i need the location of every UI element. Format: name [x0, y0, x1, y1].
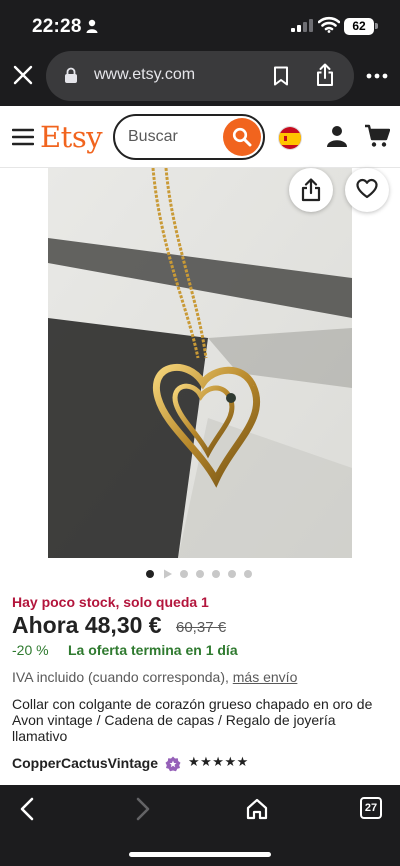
current-price: Ahora 48,30 € — [12, 612, 162, 638]
browser-bottom-toolbar: 27 — [0, 785, 400, 866]
vat-text: IVA incluido (cuando corresponda), — [12, 669, 229, 685]
status-bar: 22:28 62 — [0, 0, 400, 50]
shop-name-link[interactable]: CopperCactusVintage — [12, 755, 158, 771]
account-icon[interactable] — [326, 125, 348, 147]
low-stock-notice: Hay poco stock, solo queda 1 — [12, 594, 209, 610]
address-bar[interactable]: www.etsy.com — [46, 51, 354, 101]
back-icon[interactable] — [18, 797, 38, 821]
more-options-icon[interactable] — [366, 68, 388, 84]
product-content: Hay poco stock, solo queda 1 Ahora 48,30… — [0, 168, 400, 785]
product-title: Collar con colgante de corazón grueso ch… — [12, 696, 373, 744]
status-time: 22:28 — [32, 16, 82, 37]
person-icon — [86, 19, 98, 33]
discount-percent: -20 % — [12, 642, 49, 658]
battery-cap — [375, 23, 378, 29]
search-input[interactable]: Buscar — [113, 114, 265, 160]
url-text: www.etsy.com — [94, 66, 196, 83]
heart-icon — [356, 178, 378, 199]
rating-stars[interactable]: ★★★★★ — [188, 754, 249, 770]
search-placeholder: Buscar — [128, 128, 178, 145]
tabs-count-button[interactable]: 27 — [360, 797, 382, 819]
carousel-dot[interactable] — [228, 570, 236, 578]
carousel-dot[interactable] — [180, 570, 188, 578]
spain-flag-icon[interactable] — [278, 126, 302, 150]
close-icon[interactable] — [12, 64, 34, 86]
offer-ending-notice: La oferta termina en 1 día — [68, 642, 238, 658]
share-icon — [301, 178, 321, 202]
bookmark-icon[interactable] — [273, 66, 289, 86]
lock-icon — [65, 67, 77, 83]
carousel-dot[interactable] — [244, 570, 252, 578]
carousel-dot[interactable] — [212, 570, 220, 578]
original-price: 60,37 € — [176, 619, 227, 636]
cellular-signal-icon — [291, 19, 313, 32]
wifi-icon — [318, 16, 340, 33]
video-play-icon[interactable] — [163, 569, 173, 579]
search-button[interactable] — [223, 118, 261, 156]
shipping-link[interactable]: más envío — [233, 669, 298, 685]
browser-top-chrome: 22:28 62 www.etsy.com — [0, 0, 400, 106]
image-carousel-dots[interactable] — [146, 569, 266, 580]
star-seller-badge-icon — [165, 756, 181, 772]
vat-note: IVA incluido (cuando corresponda), más e… — [12, 669, 297, 685]
search-icon — [232, 127, 252, 147]
etsy-logo[interactable]: Etsy — [40, 120, 103, 154]
hamburger-menu-icon[interactable] — [12, 128, 34, 146]
home-icon[interactable] — [245, 797, 269, 821]
etsy-header: Etsy Buscar — [0, 106, 400, 168]
product-image[interactable] — [48, 168, 352, 558]
forward-icon[interactable] — [132, 797, 152, 821]
cart-icon[interactable] — [364, 124, 390, 148]
share-button[interactable] — [289, 168, 333, 212]
carousel-dot[interactable] — [196, 570, 204, 578]
battery-level: 62 — [344, 18, 374, 35]
carousel-dot[interactable] — [146, 570, 154, 578]
favorite-button[interactable] — [345, 168, 389, 212]
home-indicator — [129, 852, 271, 857]
share-icon[interactable] — [316, 63, 334, 87]
